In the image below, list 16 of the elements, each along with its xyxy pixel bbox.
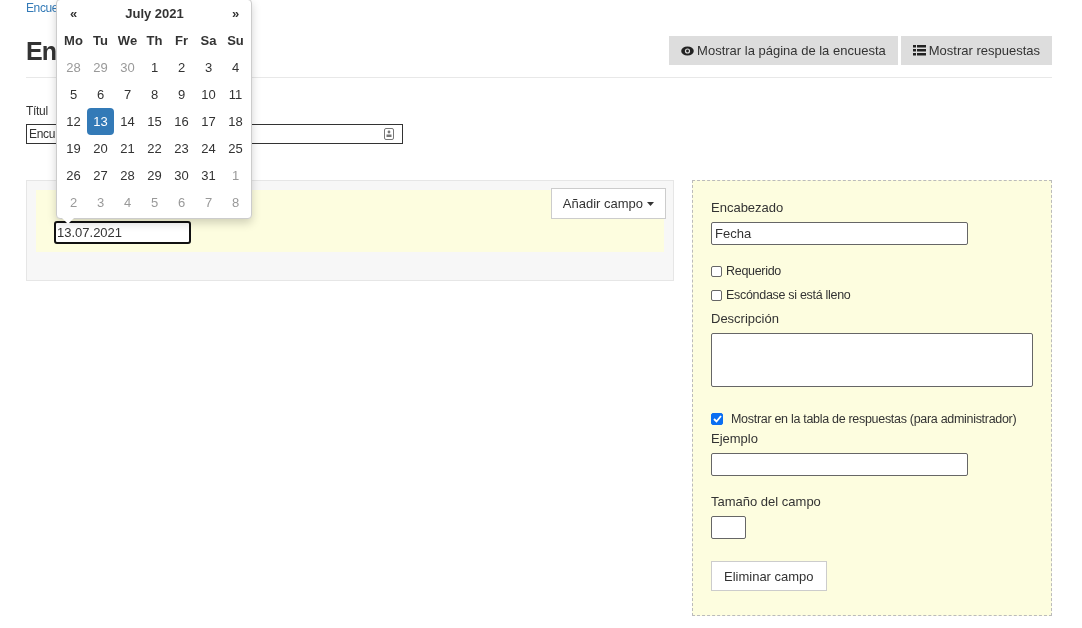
field-label: Ejemplo: [711, 431, 759, 447]
field-label: Títul: [26, 104, 49, 118]
checkbox-label: Mostrar en la tabla de respuestas (para administrador): [731, 412, 1017, 426]
field-label: Encabezado: [711, 200, 785, 216]
field-label: Tamaño del campo: [711, 494, 822, 510]
weekday-label: Th: [146, 33, 163, 48]
weekday-label: Fr: [175, 33, 188, 48]
checkbox-label: Requerido: [726, 264, 781, 278]
weekday-label: Tu: [93, 33, 108, 48]
field-label: Descripción: [711, 311, 780, 327]
weekday-label: Su: [227, 33, 244, 48]
weekday-label: Sa: [200, 33, 217, 48]
checkbox-label: Escóndase si está lleno: [726, 288, 851, 302]
page-heading: En: [26, 36, 56, 67]
weekday-label: We: [117, 33, 138, 48]
weekday-label: Mo: [64, 33, 83, 48]
